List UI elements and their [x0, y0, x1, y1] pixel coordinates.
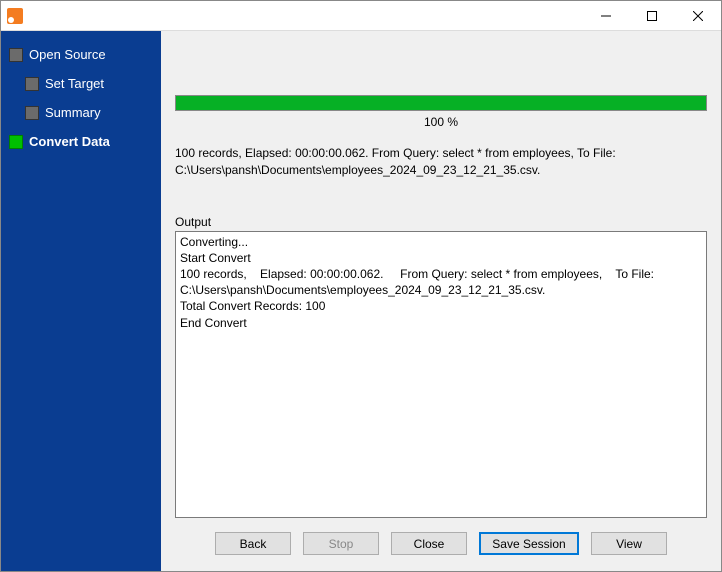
output-label: Output	[175, 215, 707, 229]
progress-area: 100 %	[175, 95, 707, 129]
step-icon	[25, 106, 39, 120]
nav-label: Set Target	[45, 76, 104, 91]
nav-label: Convert Data	[29, 134, 110, 149]
output-box[interactable]: Converting... Start Convert 100 records,…	[175, 231, 707, 518]
nav-convert-data[interactable]: Convert Data	[1, 130, 161, 153]
step-icon	[9, 135, 23, 149]
nav-label: Open Source	[29, 47, 106, 62]
close-button[interactable]: Close	[391, 532, 467, 555]
minimize-button[interactable]	[583, 1, 629, 30]
titlebar	[1, 1, 721, 31]
step-icon	[9, 48, 23, 62]
nav-label: Summary	[45, 105, 101, 120]
sidebar: Open Source Set Target Summary Convert D…	[1, 31, 161, 571]
summary-text: 100 records, Elapsed: 00:00:00.062. From…	[175, 145, 707, 179]
progress-fill	[176, 96, 706, 110]
button-bar: Back Stop Close Save Session View	[175, 518, 707, 559]
nav-set-target[interactable]: Set Target	[1, 72, 161, 95]
step-icon	[25, 77, 39, 91]
progress-bar	[175, 95, 707, 111]
output-text: Converting... Start Convert 100 records,…	[180, 235, 657, 330]
nav-open-source[interactable]: Open Source	[1, 43, 161, 66]
stop-button: Stop	[303, 532, 379, 555]
nav-summary[interactable]: Summary	[1, 101, 161, 124]
main: Open Source Set Target Summary Convert D…	[1, 31, 721, 571]
maximize-button[interactable]	[629, 1, 675, 30]
titlebar-left	[1, 8, 23, 24]
back-button[interactable]: Back	[215, 532, 291, 555]
progress-percent: 100 %	[175, 115, 707, 129]
close-window-button[interactable]	[675, 1, 721, 30]
view-button[interactable]: View	[591, 532, 667, 555]
save-session-button[interactable]: Save Session	[479, 532, 579, 555]
content: 100 % 100 records, Elapsed: 00:00:00.062…	[161, 31, 721, 571]
window-controls	[583, 1, 721, 30]
app-icon	[7, 8, 23, 24]
